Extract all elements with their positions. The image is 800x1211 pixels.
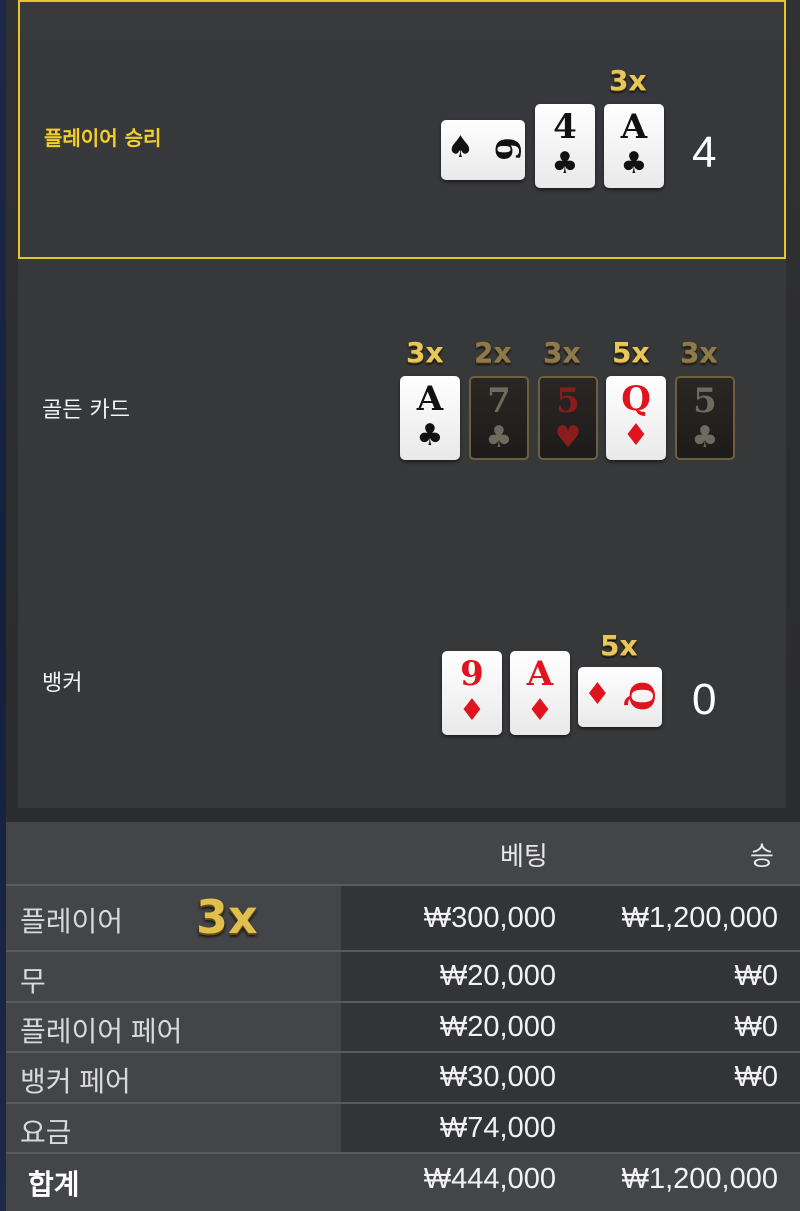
golden-card-5: 5 ♣ [675, 376, 735, 460]
table-row: 요금 ₩74,000 [6, 1104, 800, 1152]
table-row: 무 ₩20,000 ₩0 [6, 952, 800, 1001]
spade-icon: ♠ [447, 130, 474, 165]
card-rank: 4 [553, 107, 577, 147]
golden-card-4: Q ♦ [606, 376, 666, 460]
total-row: 합계 ₩444,000 ₩1,200,000 [6, 1154, 800, 1211]
banker-label: 뱅커 [42, 671, 83, 696]
player-card-2: 4 ♣ [535, 104, 595, 188]
diamond-icon: ♦ [526, 693, 554, 728]
row-label: 플레이어 페어 [20, 1016, 183, 1047]
golden-multiplier-2: 2x [474, 336, 512, 369]
win-column-header: 승 [750, 841, 774, 871]
card-rank: A [416, 379, 444, 419]
card-rank: Q [621, 379, 651, 419]
golden-cards-section: 골든 카드 3x A ♣ 2x 7 ♣ 3x 5 ♥ 5x Q ♦ 3x 5 ♣ [18, 262, 786, 532]
club-icon: ♣ [620, 146, 648, 181]
row-value-background [341, 1104, 800, 1152]
heart-icon: ♥ [554, 420, 582, 455]
club-icon: ♣ [416, 418, 444, 453]
player-result-label: 플레이어 승리 [44, 126, 162, 150]
player-section: 플레이어 승리 6 ♠ 4 ♣ 3x A ♣ 4 [18, 0, 786, 259]
table-row: 플레이어 페어 ₩20,000 ₩0 [6, 1003, 800, 1051]
row-win: ₩0 [734, 960, 779, 992]
row-label: 플레이어 [20, 906, 124, 937]
club-icon: ♣ [485, 420, 513, 455]
table-row: 뱅커 페어 ₩30,000 ₩0 [6, 1053, 800, 1102]
row-bet: ₩300,000 [423, 902, 556, 934]
row-bet: ₩74,000 [439, 1112, 556, 1144]
row-bet: ₩30,000 [439, 1061, 556, 1093]
player-payout-multiplier: 3x [196, 890, 258, 944]
diamond-icon: ♦ [584, 677, 611, 712]
card-rank: 6 [487, 137, 528, 161]
table-row: 플레이어 ₩300,000 ₩1,200,000 [6, 886, 800, 950]
card-rank: 9 [460, 654, 484, 694]
row-win: ₩0 [734, 1061, 779, 1093]
total-bet: ₩444,000 [423, 1163, 556, 1195]
diamond-icon: ♦ [622, 418, 650, 453]
golden-card-2: 7 ♣ [469, 376, 529, 460]
golden-cards-label: 골든 카드 [42, 398, 130, 423]
golden-multiplier-1: 3x [406, 336, 444, 369]
card-rank: 7 [487, 381, 511, 421]
golden-card-1: A ♣ [400, 376, 460, 460]
bet-column-header: 베팅 [500, 841, 548, 871]
total-win: ₩1,200,000 [621, 1163, 778, 1195]
banker-card-1: 9 ♦ [442, 651, 502, 735]
row-value-background [341, 1003, 800, 1051]
card-rank: 5 [693, 381, 717, 421]
golden-multiplier-4: 5x [612, 336, 650, 369]
card-rank: 5 [556, 381, 580, 421]
banker-card-multiplier: 5x [600, 629, 638, 662]
total-label: 합계 [28, 1169, 80, 1200]
banker-card-2: A ♦ [510, 651, 570, 735]
player-card-1: 6 ♠ [441, 120, 528, 180]
row-label: 요금 [20, 1117, 72, 1148]
row-bet: ₩20,000 [439, 960, 556, 992]
golden-card-3: 5 ♥ [538, 376, 598, 460]
row-value-background [341, 1053, 800, 1102]
diamond-icon: ♦ [458, 693, 486, 728]
banker-section: 뱅커 9 ♦ A ♦ 5x Q ♦ 0 [18, 535, 786, 805]
player-card-3: A ♣ [604, 104, 664, 188]
club-icon: ♣ [551, 146, 579, 181]
golden-multiplier-3: 3x [543, 336, 581, 369]
banker-card-3: Q ♦ [578, 667, 662, 727]
row-win: ₩0 [734, 1011, 779, 1043]
row-value-background [341, 952, 800, 1001]
card-rank: A [620, 107, 648, 147]
card-rank: A [526, 654, 554, 694]
player-score: 4 [692, 128, 717, 177]
golden-multiplier-5: 3x [680, 336, 718, 369]
player-card-multiplier: 3x [609, 64, 647, 97]
club-icon: ♣ [691, 420, 719, 455]
banker-score: 0 [692, 675, 717, 724]
row-win: ₩1,200,000 [621, 902, 778, 934]
row-bet: ₩20,000 [439, 1011, 556, 1043]
card-rank: Q [621, 681, 662, 711]
row-label: 무 [20, 966, 46, 997]
row-label: 뱅커 페어 [20, 1066, 131, 1097]
